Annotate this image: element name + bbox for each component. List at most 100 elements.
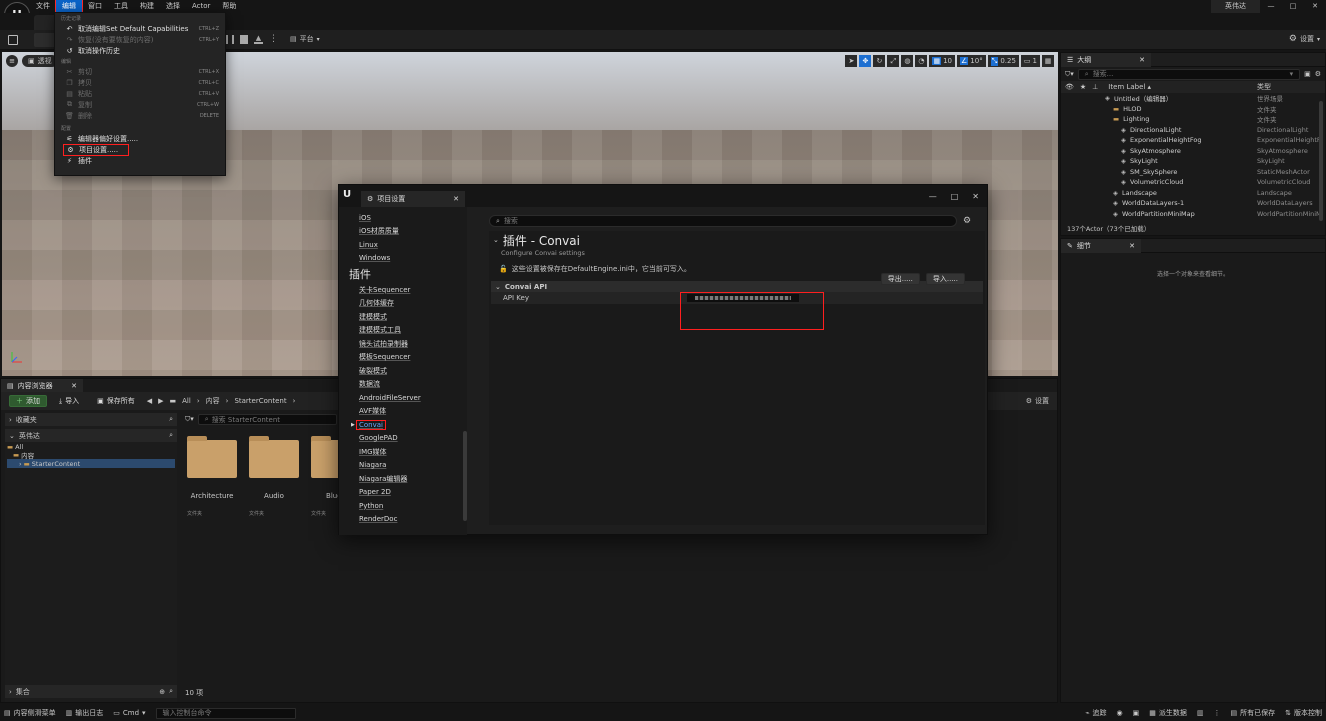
- outliner-row[interactable]: ◈ VolumetricCloud VolumetricCloud: [1061, 177, 1325, 188]
- maximize-button[interactable]: □: [951, 192, 959, 201]
- outliner-row[interactable]: ◈ SM_SkySphere StaticMeshActor: [1061, 167, 1325, 178]
- surface-snap-icon[interactable]: ◔: [915, 55, 928, 67]
- folder-tile[interactable]: Audio 文件夹: [249, 434, 299, 517]
- menu-build[interactable]: 构建: [134, 0, 160, 12]
- settings-dropdown[interactable]: ⚙ 设置 ▾: [1289, 34, 1320, 44]
- menu-edit[interactable]: 编辑: [55, 0, 83, 13]
- settings-nav-item[interactable]: 建模模式工具: [339, 324, 467, 338]
- minimize-button[interactable]: —: [929, 192, 937, 201]
- delete-item[interactable]: 🗑 删除 DELETE: [55, 110, 225, 121]
- tree-item-content[interactable]: ▬ 内容: [7, 451, 175, 460]
- outliner-tab[interactable]: ☰ 大纲 ✕: [1061, 52, 1151, 67]
- star-icon[interactable]: ★: [1080, 83, 1086, 91]
- settings-nav-item[interactable]: AndroidFileServer: [339, 391, 467, 405]
- settings-nav-item[interactable]: AVF媒体: [339, 405, 467, 419]
- settings-nav-item[interactable]: iOS: [339, 211, 467, 225]
- visibility-icon[interactable]: 👁: [1065, 83, 1074, 91]
- save-icon[interactable]: [8, 35, 18, 45]
- stop-icon[interactable]: [240, 34, 248, 44]
- output-log-button[interactable]: ▥ 输出日志: [66, 708, 104, 718]
- search-icon[interactable]: ⌕: [169, 415, 173, 424]
- settings-nav-item[interactable]: 建模模式: [339, 310, 467, 324]
- pin-icon[interactable]: ⊥: [1092, 83, 1098, 91]
- image-icon[interactable]: ▣: [1133, 709, 1140, 717]
- settings-nav-item[interactable]: 几何体缓存: [339, 297, 467, 311]
- breadcrumb-startercontent[interactable]: StarterContent: [234, 397, 286, 405]
- plugins-item[interactable]: ⚡ 插件: [55, 155, 225, 166]
- settings-nav-item[interactable]: 破裂模式: [339, 364, 467, 378]
- gear-icon[interactable]: ⚙: [1315, 70, 1321, 78]
- pause-icon[interactable]: [226, 34, 234, 44]
- camera-speed-button[interactable]: ▭ 1: [1020, 55, 1040, 67]
- add-button[interactable]: ＋添加: [9, 395, 47, 407]
- undo-item[interactable]: ↶ 取消编辑Set Default Capabilities CTRL+Z: [55, 23, 225, 34]
- project-header[interactable]: ⌄ 英伟达 ⌕: [5, 429, 177, 442]
- more-options-icon[interactable]: ⋮: [1214, 709, 1221, 717]
- content-browser-tab[interactable]: ▤ 内容浏览器 ✕: [1, 379, 83, 392]
- collections-header[interactable]: › 集合 ⊕ ⌕: [5, 685, 177, 698]
- menu-window[interactable]: 窗口: [82, 0, 108, 12]
- content-settings-button[interactable]: ⚙ 设置: [1026, 396, 1049, 406]
- favorites-header[interactable]: › 收藏夹 ⌕: [5, 413, 177, 426]
- settings-nav-item[interactable]: 关卡Sequencer: [339, 283, 467, 297]
- derived-data-button[interactable]: ▦ 派生数据: [1149, 708, 1187, 718]
- search-icon[interactable]: ⌕: [169, 431, 173, 440]
- add-folder-icon[interactable]: ▣: [1304, 70, 1311, 78]
- export-button[interactable]: 导出.....: [880, 273, 920, 285]
- paste-item[interactable]: ▤ 粘贴 CTRL+V: [55, 88, 225, 99]
- redo-item[interactable]: ↷ 恢复(没有要恢复的内容) CTRL+Y: [55, 34, 225, 45]
- outliner-row[interactable]: ◈ SkyAtmosphere SkyAtmosphere: [1061, 146, 1325, 157]
- minimize-button[interactable]: —: [1260, 2, 1282, 10]
- settings-search-input[interactable]: ⌕ 搜索: [489, 215, 957, 227]
- trace-button[interactable]: ⌁ 追踪: [1085, 708, 1106, 718]
- import-button[interactable]: ⤓ 导入: [53, 395, 85, 407]
- project-settings-tab[interactable]: ⚙ 项目设置 ✕: [361, 191, 465, 207]
- outliner-row[interactable]: ◈ WorldPartitionMiniMap WorldPartitionMini…: [1061, 209, 1325, 220]
- outliner-row[interactable]: ◈ WorldDataLayers-1 WorldDataLayers: [1061, 198, 1325, 209]
- rotate-tool-icon[interactable]: ↻: [873, 55, 886, 67]
- more-options-icon[interactable]: ⋮: [269, 34, 278, 44]
- breadcrumb-all[interactable]: All: [182, 397, 191, 405]
- settings-nav-item[interactable]: GooglePAD: [339, 432, 467, 446]
- settings-nav-item[interactable]: Paper 2D: [339, 486, 467, 500]
- settings-nav-item[interactable]: 镜头试拍录制器: [339, 337, 467, 351]
- menu-file[interactable]: 文件: [30, 0, 56, 12]
- gear-icon[interactable]: ⚙: [963, 216, 971, 226]
- close-icon[interactable]: ✕: [453, 195, 459, 203]
- record-icon[interactable]: ◉: [1117, 709, 1123, 717]
- close-icon[interactable]: ✕: [1129, 242, 1135, 250]
- copy-item[interactable]: ❐ 拷贝 CTRL+C: [55, 77, 225, 88]
- outliner-row[interactable]: ◈ Landscape Landscape: [1061, 188, 1325, 199]
- settings-nav-item[interactable]: Niagara: [339, 459, 467, 473]
- save-status-button[interactable]: ▤ 所有已保存: [1231, 708, 1276, 718]
- settings-nav-item[interactable]: RenderDoc: [339, 513, 467, 527]
- outliner-row[interactable]: ▬ Lighting 文件夹: [1061, 114, 1325, 125]
- outliner-row[interactable]: ◈ DirectionalLight DirectionalLight: [1061, 125, 1325, 136]
- duplicate-item[interactable]: ⧉ 复制 CTRL+W: [55, 99, 225, 110]
- search-icon[interactable]: ⌕: [169, 687, 173, 696]
- settings-nav-item[interactable]: 数据流: [339, 378, 467, 392]
- console-input[interactable]: 输入控制台命令: [155, 707, 296, 719]
- undo-history-item[interactable]: ↺ 取消操作历史: [55, 45, 225, 56]
- stats-icon[interactable]: ▥: [1197, 709, 1204, 717]
- outliner-search-input[interactable]: ⌕ 搜索... ▾: [1077, 68, 1301, 80]
- settings-nav-item[interactable]: Niagara编辑器: [339, 472, 467, 486]
- settings-nav-item[interactable]: Python: [339, 499, 467, 513]
- eject-icon[interactable]: ▲: [254, 34, 263, 44]
- layout-icon[interactable]: ▦: [1042, 55, 1054, 67]
- import-button[interactable]: 导入.....: [925, 273, 965, 285]
- save-all-button[interactable]: ▣ 保存所有: [91, 395, 141, 407]
- editor-preferences-item[interactable]: ⚟ 编辑器偏好设置.....: [55, 133, 225, 144]
- add-circle-icon[interactable]: ⊕: [159, 688, 165, 696]
- asset-search-input[interactable]: ⌕ 搜索 StarterContent: [197, 414, 337, 425]
- platform-dropdown[interactable]: ▤ 平台 ▾: [290, 34, 320, 44]
- close-window-button[interactable]: ✕: [1304, 2, 1326, 10]
- outliner-row[interactable]: ◈ SkyLight SkyLight: [1061, 156, 1325, 167]
- menu-help[interactable]: 帮助: [216, 0, 242, 12]
- settings-nav-item[interactable]: 模板Sequencer: [339, 351, 467, 365]
- move-tool-icon[interactable]: ✥: [859, 55, 872, 67]
- column-item-label[interactable]: Item Label ▴: [1108, 83, 1151, 91]
- hamburger-menu-icon[interactable]: ≡: [6, 55, 18, 67]
- menu-actor[interactable]: Actor: [186, 0, 216, 12]
- close-icon[interactable]: ✕: [1139, 56, 1145, 64]
